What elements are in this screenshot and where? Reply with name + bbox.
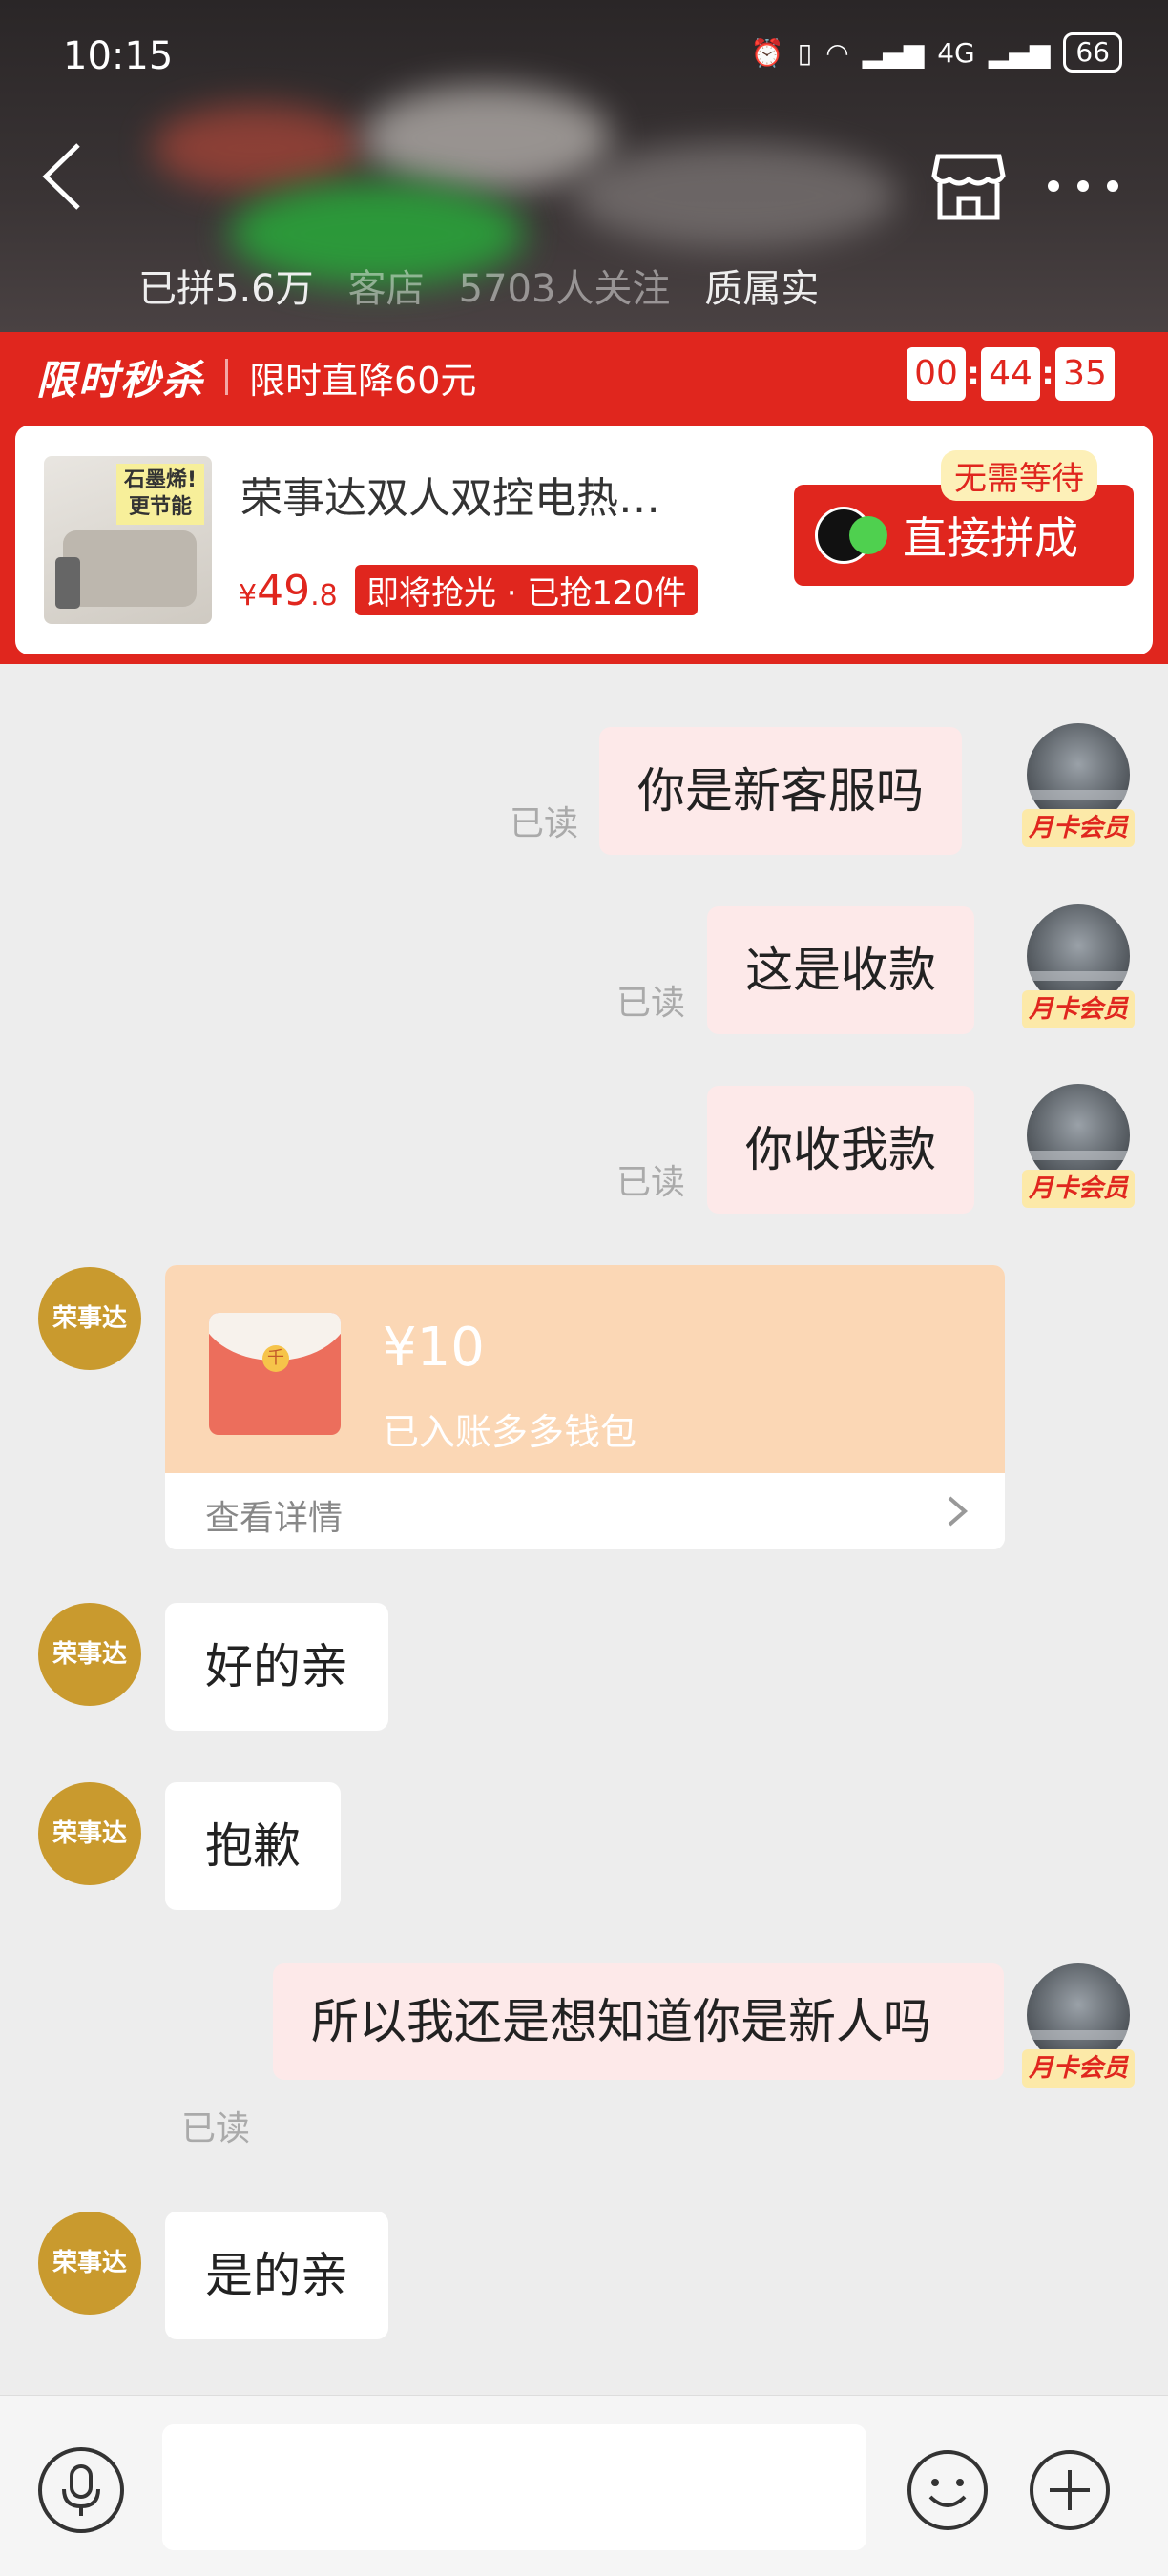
voice-input-button[interactable] bbox=[38, 2447, 124, 2533]
chevron-left-icon bbox=[42, 143, 80, 210]
my-message-bubble[interactable]: 这是收款 bbox=[707, 906, 974, 1034]
buyer-avatar-2 bbox=[849, 516, 887, 554]
read-receipt: 已读 bbox=[616, 984, 686, 1023]
my-message-bubble[interactable]: 你收我款 bbox=[707, 1086, 974, 1214]
remote-shape bbox=[55, 557, 80, 609]
countdown-timer: 00 : 44 : 35 bbox=[907, 347, 1115, 401]
currency-symbol: ¥ bbox=[239, 579, 258, 613]
wifi-icon: ◠ bbox=[825, 36, 849, 69]
shop-avatar[interactable]: 荣事达 bbox=[38, 1603, 141, 1706]
my-message-bubble[interactable]: 你是新客服吗 bbox=[599, 727, 962, 855]
blurred-logo bbox=[153, 105, 363, 191]
read-receipt: 已读 bbox=[616, 1163, 686, 1202]
store-button[interactable] bbox=[930, 151, 1007, 223]
red-packet-card[interactable]: ¥10 已入账多多钱包 查看详情 bbox=[165, 1265, 1005, 1549]
read-receipt: 已读 bbox=[510, 804, 579, 843]
red-packet-status: 已入账多多钱包 bbox=[383, 1411, 637, 1453]
my-message-bubble[interactable]: 所以我还是想知道你是新人吗 bbox=[273, 1963, 1004, 2080]
image-tag-line2: 更节能 bbox=[128, 495, 192, 519]
shop-avatar[interactable]: 荣事达 bbox=[38, 1267, 141, 1370]
red-packet-top: ¥10 已入账多多钱包 bbox=[165, 1265, 1005, 1473]
countdown-seconds: 35 bbox=[1055, 347, 1115, 401]
no-wait-tag: 无需等待 bbox=[941, 450, 1097, 501]
message-input[interactable] bbox=[162, 2424, 866, 2550]
shop-message-bubble[interactable]: 抱歉 bbox=[165, 1782, 341, 1910]
product-name[interactable]: 荣事达双人双控电热… bbox=[240, 464, 660, 525]
red-packet-amount: ¥10 bbox=[383, 1317, 485, 1379]
view-details-label: 查看详情 bbox=[205, 1499, 344, 1538]
shop-avatar[interactable]: 荣事达 bbox=[38, 1782, 141, 1885]
blurred-info bbox=[573, 143, 897, 248]
flash-sale-subtitle: 限时直降60元 bbox=[249, 359, 477, 402]
read-receipt: 已读 bbox=[181, 2109, 251, 2149]
stat-quality: 质属实 bbox=[704, 267, 820, 311]
alarm-icon: ⏰ bbox=[750, 36, 784, 69]
emoji-button[interactable] bbox=[905, 2447, 991, 2533]
stock-badge: 即将抢光 · 已抢120件 bbox=[355, 565, 699, 615]
back-button[interactable] bbox=[38, 134, 95, 219]
price-main: 49 bbox=[257, 567, 311, 615]
stat-followers: 5703人关注 bbox=[458, 267, 671, 311]
emoji-icon bbox=[907, 2450, 988, 2530]
network-label: 4G bbox=[937, 36, 975, 69]
flash-sale-title: 限时秒杀 bbox=[36, 356, 205, 404]
product-image[interactable]: 石墨烯! 更节能 bbox=[44, 456, 212, 624]
chat-area[interactable]: 你是新客服吗 已读 月卡会员 这是收款 已读 月卡会员 你收我款 已读 月卡会员… bbox=[0, 664, 1168, 2395]
buy-button-label: 直接拼成 bbox=[903, 512, 1078, 564]
shop-message-bubble[interactable]: 好的亲 bbox=[165, 1603, 388, 1731]
product-price: ¥49.8 bbox=[239, 567, 338, 615]
more-actions-button[interactable] bbox=[1027, 2447, 1113, 2533]
colon: : bbox=[967, 355, 980, 393]
store-icon bbox=[931, 154, 1006, 220]
price-decimal: .8 bbox=[310, 579, 338, 613]
product-card[interactable]: 石墨烯! 更节能 荣事达双人双控电热… ¥49.8 即将抢光 · 已抢120件 … bbox=[15, 426, 1153, 654]
countdown-minutes: 44 bbox=[981, 347, 1040, 401]
plus-icon bbox=[1030, 2450, 1110, 2530]
member-tag: 月卡会员 bbox=[1022, 809, 1135, 847]
countdown-hours: 00 bbox=[907, 347, 966, 401]
red-envelope-icon bbox=[209, 1313, 341, 1435]
member-tag: 月卡会员 bbox=[1022, 990, 1135, 1028]
shop-stats: 已拼5.6万 客店 5703人关注 质属实 bbox=[138, 260, 853, 311]
signal-icon: ▂▄▆ bbox=[862, 36, 925, 69]
stat-shop: 客店 bbox=[347, 267, 425, 311]
chevron-right-icon bbox=[948, 1496, 969, 1527]
battery-icon: 66 bbox=[1063, 32, 1122, 73]
blanket-shape bbox=[63, 530, 197, 607]
flash-sale-header: 限时秒杀 限时直降60元 bbox=[36, 353, 477, 404]
more-icon bbox=[1048, 180, 1118, 192]
vibrate-icon: ▯ bbox=[797, 36, 813, 69]
member-tag: 月卡会员 bbox=[1022, 2049, 1135, 2088]
status-icons: ⏰ ▯ ◠ ▂▄▆ 4G ▂▄▆ 66 bbox=[751, 32, 1122, 73]
blurred-shop-name bbox=[363, 86, 611, 191]
more-options-button[interactable] bbox=[1040, 162, 1126, 210]
status-time: 10:15 bbox=[63, 34, 174, 78]
view-details-link[interactable]: 查看详情 bbox=[165, 1473, 1005, 1549]
member-tag: 月卡会员 bbox=[1022, 1170, 1135, 1208]
flash-sale-banner: 限时秒杀 限时直降60元 00 : 44 : 35 石墨烯! 更节能 荣事达双人… bbox=[0, 332, 1168, 664]
divider bbox=[225, 359, 229, 395]
colon: : bbox=[1041, 355, 1054, 393]
product-image-tag: 石墨烯! 更节能 bbox=[115, 464, 204, 525]
signal-icon-2: ▂▄▆ bbox=[988, 36, 1051, 69]
shop-message-bubble[interactable]: 是的亲 bbox=[165, 2212, 388, 2339]
stat-sold: 已拼5.6万 bbox=[138, 267, 314, 311]
input-bar bbox=[0, 2395, 1168, 2576]
shop-avatar[interactable]: 荣事达 bbox=[38, 2212, 141, 2315]
microphone-icon bbox=[62, 2464, 100, 2516]
shop-header: 10:15 ⏰ ▯ ◠ ▂▄▆ 4G ▂▄▆ 66 已拼5.6万 客店 5703… bbox=[0, 0, 1168, 332]
image-tag-line1: 石墨烯! bbox=[123, 468, 197, 492]
